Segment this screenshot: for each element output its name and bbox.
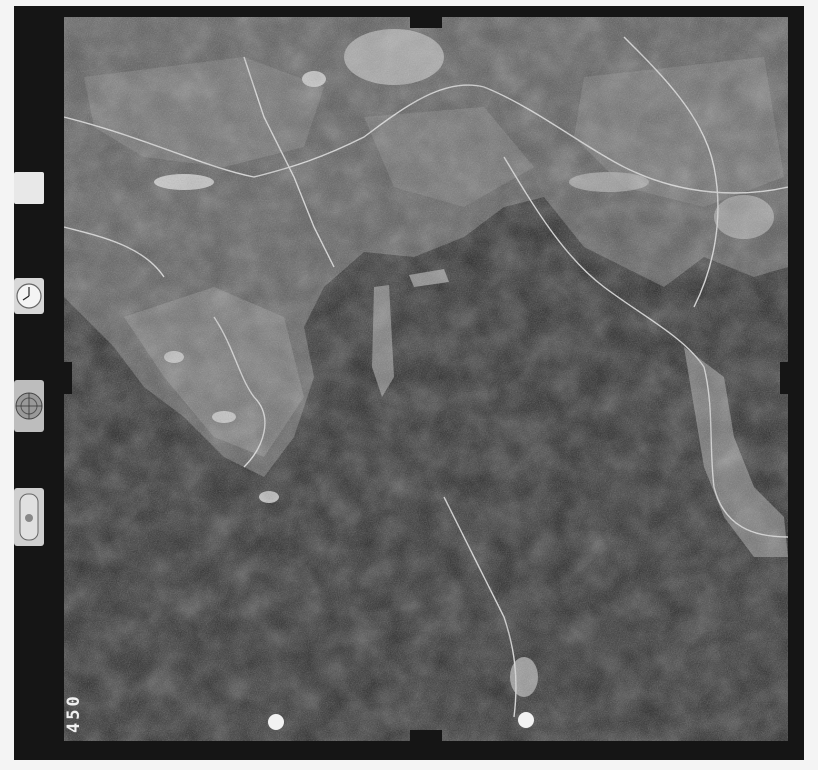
film-label-strip [14,172,44,204]
fiducial-mark [268,714,284,730]
frame-notch-top [410,12,442,28]
frame-number: 450 [64,693,84,733]
frame-notch-right [780,362,796,394]
bubble-level-icon [14,488,44,546]
frame-notch-bottom [410,730,442,746]
clock-icon [14,278,44,314]
altimeter-icon [14,380,44,432]
frame-notch-left [56,362,72,394]
aerial-terrain [64,17,788,741]
fiducial-mark [518,712,534,728]
aerial-photograph [64,17,788,741]
